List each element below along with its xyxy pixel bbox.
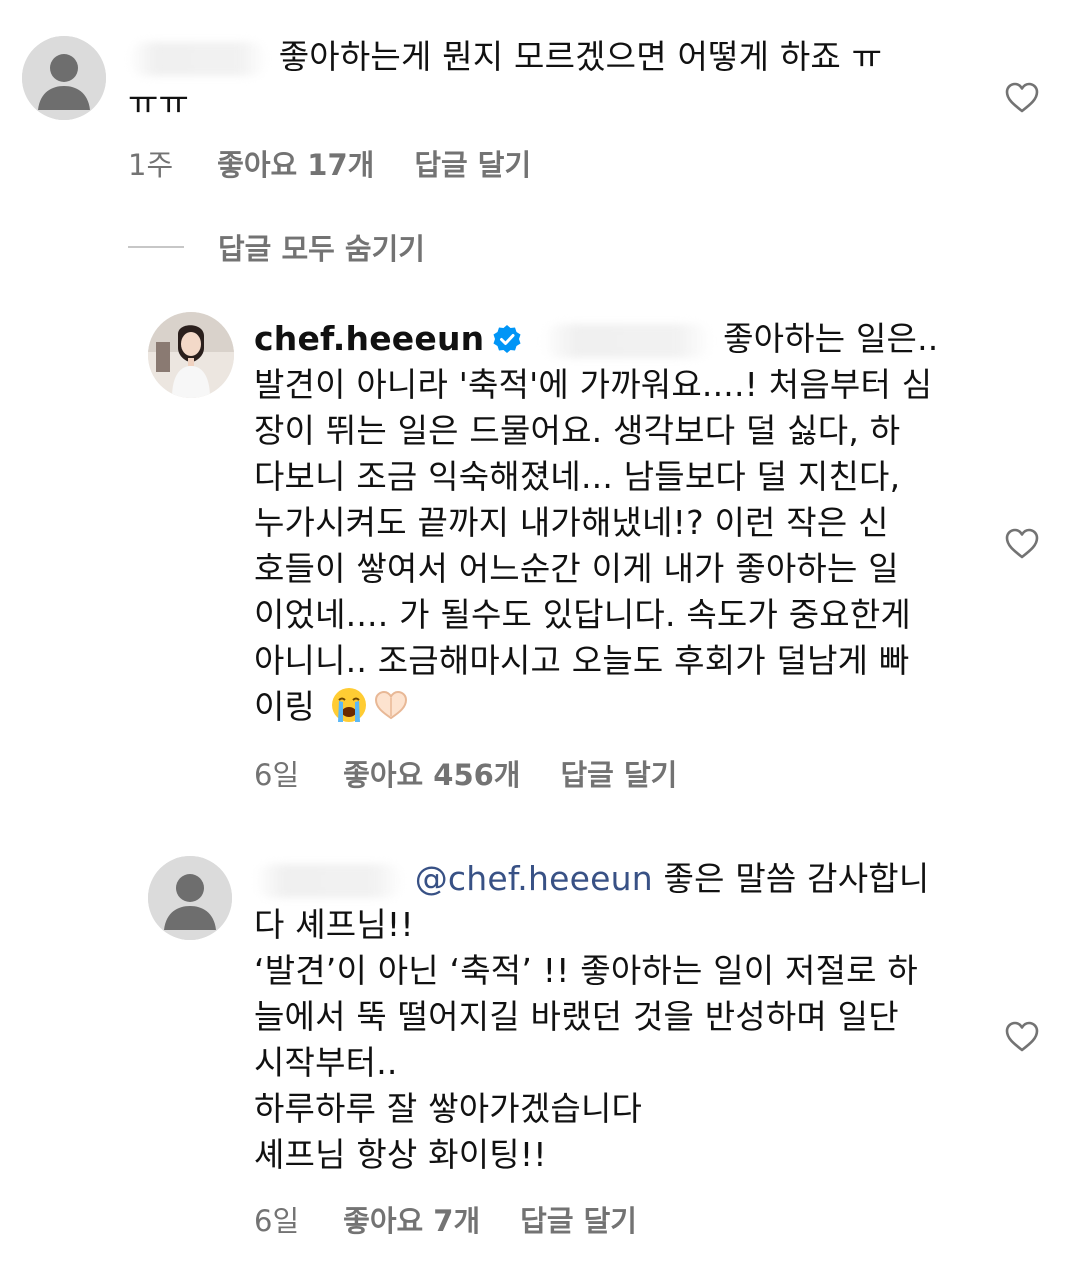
likes-count[interactable]: 좋아요 456개: [343, 752, 520, 794]
reply-button[interactable]: 답글 달기: [561, 752, 678, 794]
comment-text: 좋아하는게 뭔지 모르겠으면 어떻게 하죠 ㅠ ㅠㅠ: [128, 34, 958, 126]
verified-badge-icon: [493, 325, 521, 353]
default-avatar-icon: [22, 36, 106, 120]
timestamp: 1주: [128, 148, 174, 182]
likes-count[interactable]: 좋아요 17개: [217, 142, 374, 184]
divider-line: [128, 246, 184, 248]
redacted-username: [128, 41, 268, 76]
like-heart-icon[interactable]: [1005, 528, 1039, 560]
reply-text-first: 좋아하는 일은..: [723, 319, 939, 358]
avatar[interactable]: [148, 856, 232, 940]
reply-text-body: 발견이 아니라 '축적'에 가까워요....! 처음부터 심 장이 뛰는 일은 …: [254, 365, 933, 680]
chef-profile-photo: [148, 312, 234, 398]
like-heart-icon[interactable]: [1005, 1021, 1039, 1053]
reply-meta: 6일 좋아요 456개 답글 달기: [254, 752, 717, 794]
likes-count[interactable]: 좋아요 7개: [343, 1198, 480, 1240]
redacted-username: [254, 863, 404, 898]
timestamp: 6일: [254, 758, 300, 792]
reply-text: chef.heeeun 좋아하는 일은.. 발견이 아니라 '축적'에 가까워요…: [254, 316, 974, 730]
timestamp: 6일: [254, 1204, 300, 1238]
loudly-crying-face-icon: [331, 688, 366, 722]
default-avatar-icon: [148, 856, 232, 940]
reply-text-first: 좋은 말씀 감사합니: [663, 859, 930, 898]
mention-link[interactable]: @chef.heeeun: [415, 859, 653, 898]
heart-hands-icon: [374, 690, 407, 720]
reply-text: @chef.heeeun 좋은 말씀 감사합니 다 셰프님!! ‘발견’이 아닌…: [254, 856, 974, 1178]
hide-replies-button[interactable]: 답글 모두 숨기기: [128, 226, 425, 268]
like-heart-icon[interactable]: [1005, 82, 1039, 114]
avatar[interactable]: [22, 36, 106, 120]
chef-avatar[interactable]: [148, 312, 234, 398]
reply-button[interactable]: 답글 달기: [414, 142, 531, 184]
reply-meta: 6일 좋아요 7개 답글 달기: [254, 1198, 677, 1240]
username[interactable]: chef.heeeun: [254, 319, 484, 358]
comment-meta: 1주 좋아요 17개 답글 달기: [128, 142, 571, 184]
reply-text-body: 다 셰프님!! ‘발견’이 아닌 ‘축적’ !! 좋아하는 일이 저절로 하 늘…: [254, 905, 918, 1174]
reply-button[interactable]: 답글 달기: [520, 1198, 637, 1240]
hide-replies-label: 답글 모두 숨기기: [218, 232, 425, 266]
comment-text-line: 좋아하는게 뭔지 모르겠으면 어떻게 하죠 ㅠ: [278, 37, 883, 76]
comment-text-line: ㅠㅠ: [128, 83, 190, 122]
reply-text-last: 이링: [254, 687, 316, 726]
redacted-mention: [542, 323, 713, 358]
